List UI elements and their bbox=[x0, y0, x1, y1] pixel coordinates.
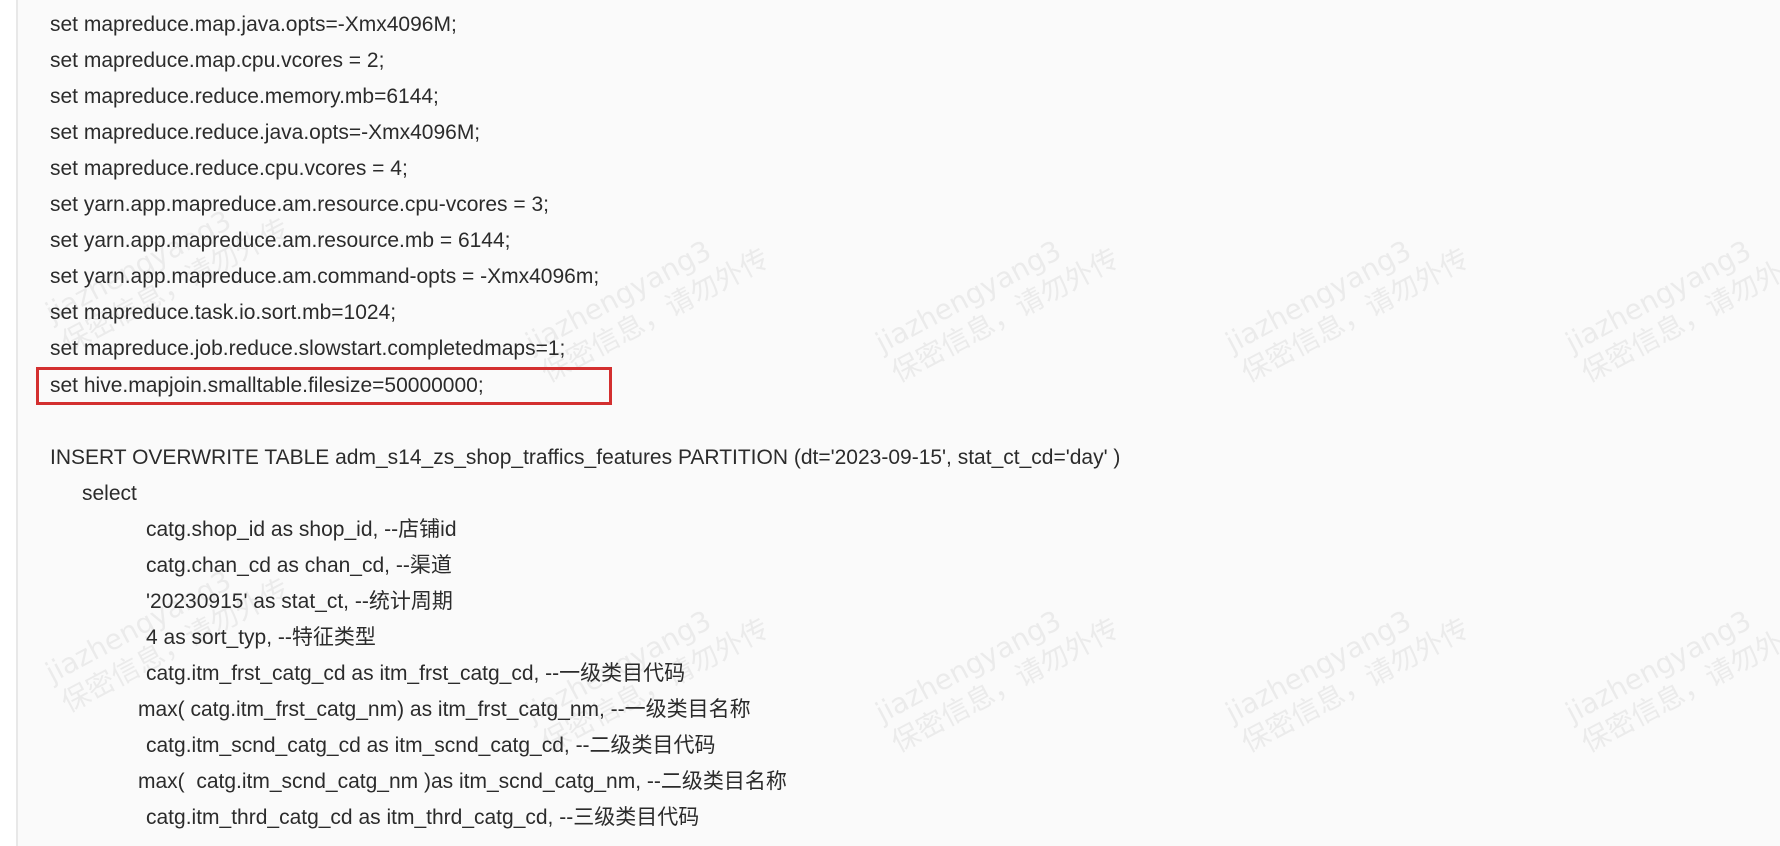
code-line: catg.itm_frst_catg_cd as itm_frst_catg_c… bbox=[146, 662, 686, 685]
code-line: catg.shop_id as shop_id, --店铺id bbox=[146, 518, 457, 541]
code-line: catg.chan_cd as chan_cd, --渠道 bbox=[146, 554, 452, 577]
code-line: set mapreduce.reduce.java.opts=-Xmx4096M… bbox=[50, 121, 481, 144]
code-line: set mapreduce.reduce.memory.mb=6144; bbox=[50, 85, 439, 108]
code-line: '20230915' as stat_ct, --统计周期 bbox=[146, 590, 453, 613]
code-line: set yarn.app.mapreduce.am.resource.cpu-v… bbox=[50, 193, 549, 216]
code-line: set yarn.app.mapreduce.am.resource.mb = … bbox=[50, 229, 511, 252]
code-line: set yarn.app.mapreduce.am.command-opts =… bbox=[50, 265, 600, 288]
code-line: 4 as sort_typ, --特征类型 bbox=[146, 626, 376, 649]
code-line: set mapreduce.task.io.sort.mb=1024; bbox=[50, 301, 397, 324]
highlight-box bbox=[36, 367, 612, 405]
code-line: catg.itm_thrd_catg_cd as itm_thrd_catg_c… bbox=[146, 806, 700, 829]
code-block[interactable]: set mapreduce.map.java.opts=-Xmx4096M; s… bbox=[16, 0, 1780, 846]
code-line: set mapreduce.map.cpu.vcores = 2; bbox=[50, 49, 385, 72]
code-line: INSERT OVERWRITE TABLE adm_s14_zs_shop_t… bbox=[50, 446, 1121, 469]
code-line: set mapreduce.map.java.opts=-Xmx4096M; bbox=[50, 13, 457, 36]
code-line: catg.itm_scnd_catg_cd as itm_scnd_catg_c… bbox=[146, 734, 716, 757]
document-viewport: set mapreduce.map.java.opts=-Xmx4096M; s… bbox=[0, 0, 1780, 846]
code-line: set mapreduce.reduce.cpu.vcores = 4; bbox=[50, 157, 408, 180]
code-line: select bbox=[82, 482, 137, 505]
code-line: set mapreduce.job.reduce.slowstart.compl… bbox=[50, 337, 566, 360]
code-line: max( catg.itm_frst_catg_nm) as itm_frst_… bbox=[138, 698, 751, 721]
code-line: max( catg.itm_scnd_catg_nm )as itm_scnd_… bbox=[138, 770, 787, 793]
